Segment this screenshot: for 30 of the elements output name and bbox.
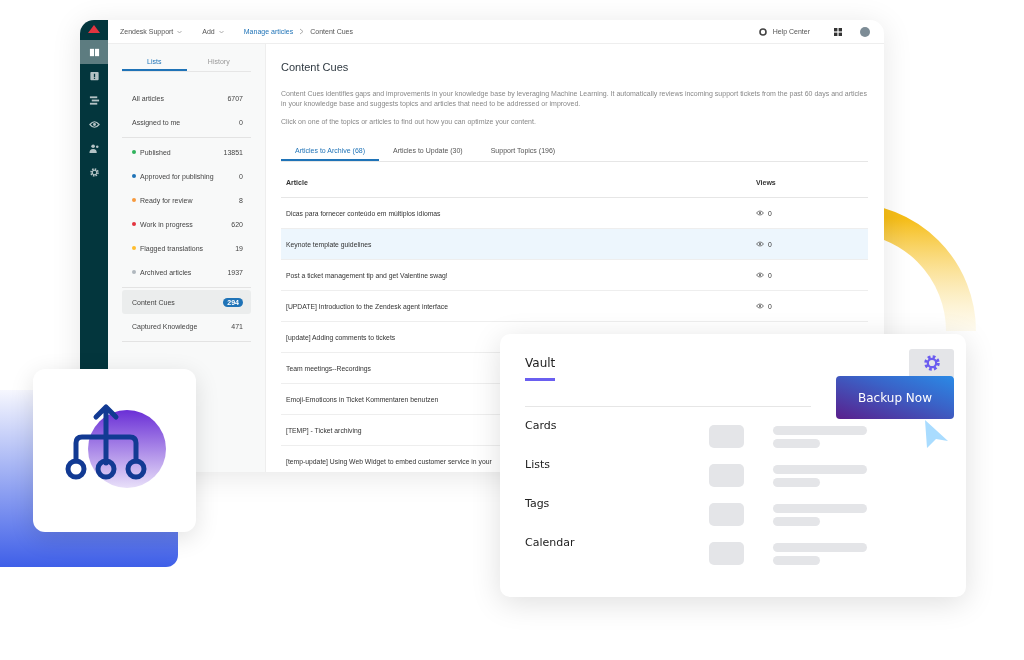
apps-grid-icon[interactable] xyxy=(834,27,842,36)
settings-button[interactable] xyxy=(909,349,954,377)
placeholder-thumbnail xyxy=(709,425,744,448)
vault-item[interactable]: Lists xyxy=(525,458,709,471)
eye-icon xyxy=(756,241,764,247)
placeholder-line xyxy=(773,556,820,565)
help-icon xyxy=(758,27,767,36)
settings-icon xyxy=(922,354,941,372)
eye-icon xyxy=(756,272,764,278)
caret-icon xyxy=(177,29,183,34)
placeholder-thumbnail xyxy=(709,464,744,487)
placeholder-thumbnail xyxy=(709,542,744,565)
placeholder-line xyxy=(773,439,820,448)
book-nav-icon[interactable] xyxy=(80,40,108,64)
avatar[interactable] xyxy=(860,26,870,37)
vault-item[interactable]: Tags xyxy=(525,497,709,510)
placeholder-thumbnail xyxy=(709,503,744,526)
chevron-icon xyxy=(299,28,305,35)
caret-icon xyxy=(218,29,224,34)
placeholder-line xyxy=(773,517,820,526)
vault-tab[interactable]: Vault xyxy=(525,356,556,381)
vault-item[interactable]: Cards xyxy=(525,419,709,432)
eye-icon xyxy=(756,303,764,309)
vault-item[interactable]: Calendar xyxy=(525,536,709,549)
page-title: Content Cues xyxy=(281,61,350,73)
cursor-icon xyxy=(924,419,950,449)
placeholder-line xyxy=(773,478,820,487)
eye-icon xyxy=(756,210,764,216)
backup-now-button[interactable]: Backup Now xyxy=(836,376,954,419)
logo-icon xyxy=(87,24,101,34)
